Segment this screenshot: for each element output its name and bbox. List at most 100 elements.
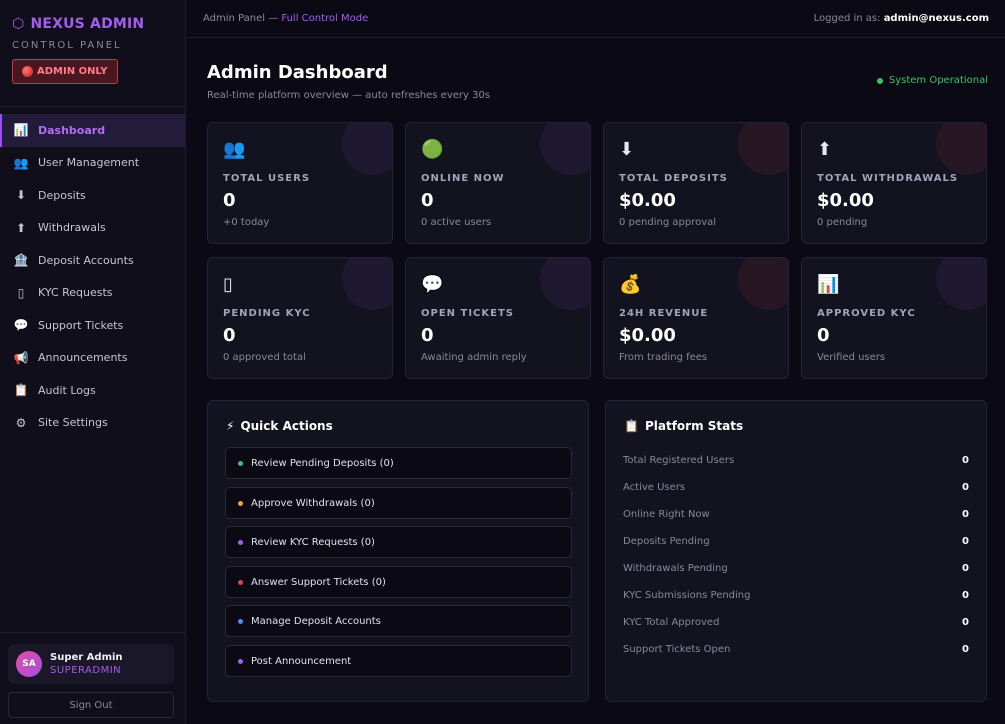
control-mode-label: Full Control Mode: [281, 13, 369, 24]
stat-label: Deposits Pending: [623, 536, 710, 547]
status-dot-icon: [238, 618, 243, 624]
sidebar-item-deposits[interactable]: ⬇ Deposits: [0, 179, 185, 212]
sign-out-button[interactable]: Sign Out: [8, 692, 174, 718]
panel-title-text: Quick Actions: [240, 419, 333, 433]
stat-value: 0: [962, 482, 969, 493]
stat-label: Support Tickets Open: [623, 644, 731, 655]
sidebar-item-label: Site Settings: [38, 416, 108, 430]
users-icon: 👥: [223, 138, 246, 160]
brand-title[interactable]: ⬡ NEXUS ADMIN: [12, 16, 173, 32]
sidebar-item-announcements[interactable]: 📢 Announcements: [0, 342, 185, 375]
stat-card-total-withdrawals[interactable]: ⬆ TOTAL WITHDRAWALS $0.00 0 pending: [801, 122, 987, 244]
arrow-up-icon: ⬆: [817, 138, 833, 160]
stat-card-total-deposits[interactable]: ⬇ TOTAL DEPOSITS $0.00 0 pending approva…: [603, 122, 789, 244]
red-circle-icon: [22, 66, 33, 77]
system-status-label: System Operational: [888, 75, 988, 86]
card-label: PENDING KYC: [223, 308, 311, 319]
sidebar-item-withdrawals[interactable]: ⬆ Withdrawals: [0, 212, 185, 245]
platform-stats-title: 📋 Platform Stats: [624, 419, 743, 433]
sidebar-item-label: Deposit Accounts: [38, 253, 134, 267]
card-subtext: 0 pending: [817, 217, 868, 228]
status-dot-icon: [876, 77, 883, 84]
card-value: 0: [223, 190, 236, 211]
quick-action-label: Manage Deposit Accounts: [251, 615, 381, 627]
quick-action-label: Answer Support Tickets (0): [251, 576, 386, 588]
quick-action-label: Review Pending Deposits (0): [251, 457, 394, 469]
stat-row-total-registered-users: Total Registered Users 0: [623, 455, 969, 466]
quick-actions-title: ⚡ Quick Actions: [226, 419, 333, 433]
arrow-down-icon: ⬇: [619, 138, 635, 160]
avatar: SA: [16, 651, 42, 677]
user-profile[interactable]: SA Super Admin SUPERADMIN: [8, 644, 174, 684]
card-value: 0: [421, 325, 434, 346]
arrow-down-icon: ⬇: [15, 188, 27, 203]
card-subtext: Awaiting admin reply: [421, 352, 527, 363]
stat-row-online-right-now: Online Right Now 0: [623, 509, 969, 520]
stat-label: KYC Submissions Pending: [623, 590, 751, 601]
bank-icon: 🏦: [13, 253, 29, 268]
logged-in-info: Logged in as: admin@nexus.com: [814, 13, 989, 24]
stat-row-kyc-total-approved: KYC Total Approved 0: [623, 617, 969, 628]
page-title: Admin Dashboard: [207, 62, 388, 83]
status-dot-icon: [238, 658, 243, 664]
platform-stats-panel: 📋 Platform Stats Total Registered Users …: [605, 400, 987, 702]
bar-chart-icon: 📊: [817, 273, 840, 295]
sidebar-item-site-settings[interactable]: ⚙ Site Settings: [0, 407, 185, 440]
quick-action-label: Post Announcement: [251, 655, 352, 667]
megaphone-icon: 📢: [13, 350, 29, 365]
stat-card-total-users[interactable]: 👥 TOTAL USERS 0 +0 today: [207, 122, 393, 244]
sidebar-item-support-tickets[interactable]: 💬 Support Tickets: [0, 309, 185, 342]
sidebar-item-label: Dashboard: [38, 123, 106, 137]
sidebar-nav: 📊 Dashboard 👥 User Management ⬇ Deposits…: [0, 114, 185, 439]
card-subtext: 0 pending approval: [619, 217, 717, 228]
status-dot-icon: [238, 579, 243, 585]
quick-action-label: Approve Withdrawals (0): [251, 497, 375, 509]
stat-card-24h-revenue[interactable]: 💰 24H REVENUE $0.00 From trading fees: [603, 257, 789, 379]
brand-block: ⬡ NEXUS ADMIN CONTROL PANEL ADMIN ONLY: [0, 0, 185, 107]
stat-card-online-now[interactable]: 🟢 ONLINE NOW 0 0 active users: [405, 122, 591, 244]
stat-row-deposits-pending: Deposits Pending 0: [623, 536, 969, 547]
card-subtext: 0 active users: [421, 217, 492, 228]
card-subtext: Verified users: [817, 352, 886, 363]
review-pending-deposits-button[interactable]: Review Pending Deposits (0): [225, 447, 572, 479]
card-value: 0: [817, 325, 830, 346]
stat-value: 0: [962, 617, 969, 628]
post-announcement-button[interactable]: Post Announcement: [225, 645, 572, 677]
sidebar-item-label: Support Tickets: [38, 318, 124, 332]
sidebar-item-dashboard[interactable]: 📊 Dashboard: [0, 114, 185, 147]
stat-card-pending-kyc[interactable]: ▯ PENDING KYC 0 0 approved total: [207, 257, 393, 379]
manage-deposit-accounts-button[interactable]: Manage Deposit Accounts: [225, 605, 572, 637]
stat-value: 0: [962, 536, 969, 547]
stat-value: 0: [962, 563, 969, 574]
system-status: System Operational: [876, 75, 988, 86]
sidebar-item-audit-logs[interactable]: 📋 Audit Logs: [0, 374, 185, 407]
status-dot-icon: [238, 500, 243, 506]
stat-row-active-users: Active Users 0: [623, 482, 969, 493]
speech-bubble-icon: 💬: [13, 318, 29, 333]
approve-withdrawals-button[interactable]: Approve Withdrawals (0): [225, 487, 572, 519]
card-label: 24H REVENUE: [619, 308, 709, 319]
sidebar-item-deposit-accounts[interactable]: 🏦 Deposit Accounts: [0, 244, 185, 277]
stat-label: Active Users: [623, 482, 686, 493]
logged-in-prefix: Logged in as:: [813, 13, 884, 24]
status-dot-icon: [238, 460, 243, 466]
stat-card-open-tickets[interactable]: 💬 OPEN TICKETS 0 Awaiting admin reply: [405, 257, 591, 379]
card-subtext: 0 approved total: [223, 352, 306, 363]
sidebar-item-label: Withdrawals: [38, 221, 106, 235]
brand-name: NEXUS ADMIN: [30, 16, 145, 32]
sidebar-item-kyc-requests[interactable]: ▯ KYC Requests: [0, 277, 185, 310]
card-value: $0.00: [817, 190, 874, 211]
sidebar-item-user-management[interactable]: 👥 User Management: [0, 147, 185, 180]
card-value: 0: [223, 325, 236, 346]
answer-support-tickets-button[interactable]: Answer Support Tickets (0): [225, 566, 572, 598]
sidebar-item-label: Audit Logs: [38, 383, 96, 397]
card-label: ONLINE NOW: [421, 173, 505, 184]
stat-label: Online Right Now: [623, 509, 710, 520]
logged-in-email: admin@nexus.com: [883, 13, 989, 24]
sidebar-divider: [0, 632, 186, 633]
stat-card-approved-kyc[interactable]: 📊 APPROVED KYC 0 Verified users: [801, 257, 987, 379]
review-kyc-requests-button[interactable]: Review KYC Requests (0): [225, 526, 572, 558]
gear-icon: ⚙: [15, 415, 27, 430]
card-value: $0.00: [619, 190, 676, 211]
sidebar-item-label: KYC Requests: [38, 286, 113, 300]
